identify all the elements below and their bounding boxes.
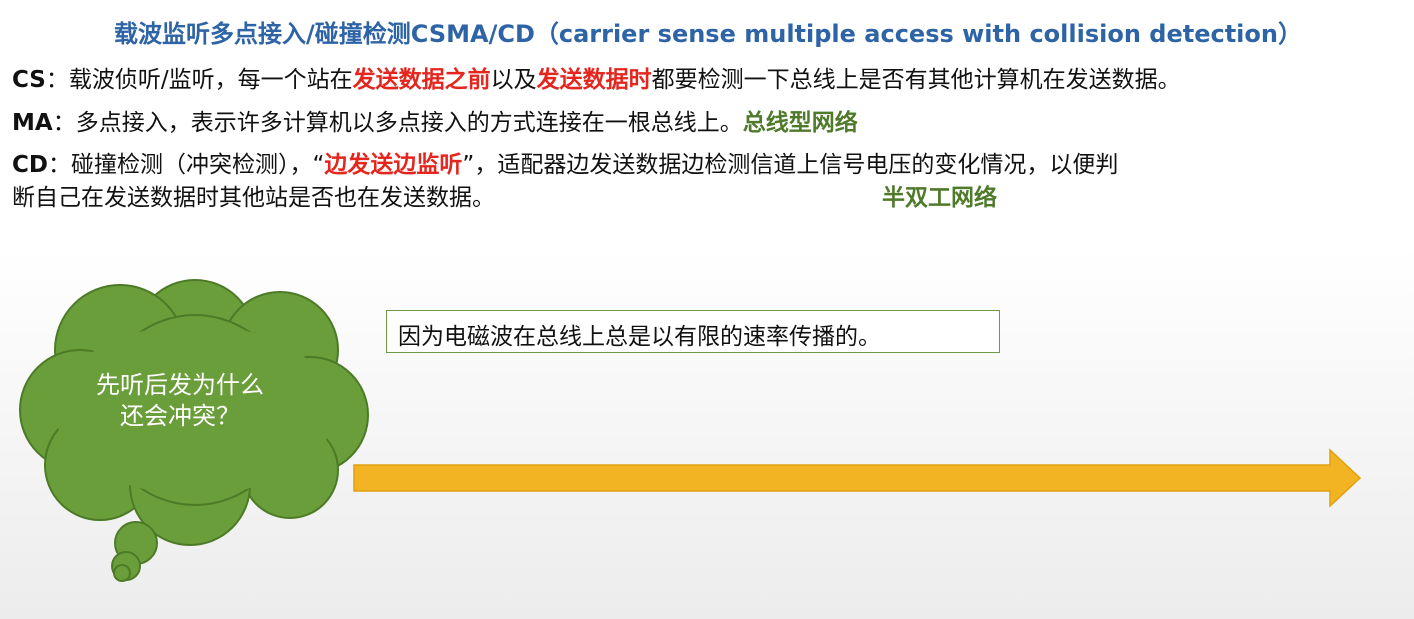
cloud-question-line-2: 还会冲突？ — [120, 402, 240, 430]
propagation-arrow — [353, 448, 1362, 508]
cloud-question: 先听后发为什么 还会冲突？ — [60, 370, 300, 432]
answer-note-box: 因为电磁波在总线上总是以有限的速率传播的。 — [386, 310, 1000, 353]
cloud-question-line-1: 先听后发为什么 — [96, 371, 264, 399]
